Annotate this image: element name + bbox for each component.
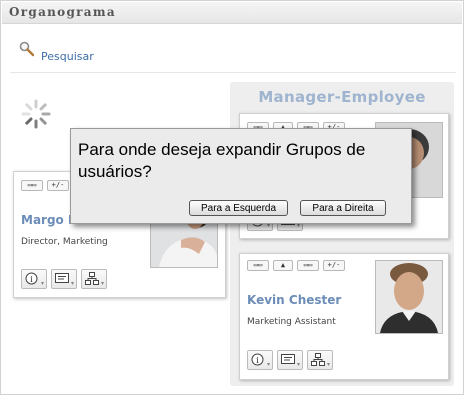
vcard-button[interactable]: ▾ (277, 350, 303, 370)
expand-left-button[interactable]: Para a Esquerda (189, 200, 288, 216)
employee-title: Marketing Assistant (247, 317, 336, 327)
dropdown-arrow-icon: ▾ (40, 280, 44, 287)
org-levels-button[interactable]: ▭▭ (297, 260, 319, 271)
org-chart-button[interactable]: ▾ (81, 269, 107, 289)
org-levels-button[interactable]: ▭▭ (21, 180, 43, 191)
magnifier-icon (19, 41, 35, 57)
info-button[interactable]: i ▾ (247, 350, 273, 370)
dropdown-arrow-icon: ▾ (100, 280, 104, 287)
employee-title: Director, Marketing (21, 237, 108, 247)
portlet-titlebar: Organograma (2, 2, 462, 24)
expand-direction-dialog: Para onde deseja expandir Grupos de usuá… (70, 128, 412, 224)
svg-text:i: i (30, 275, 33, 284)
employee-name[interactable]: Kevin Chester (247, 293, 341, 307)
org-chart-icon (85, 272, 99, 285)
svg-text:i: i (256, 356, 259, 365)
expand-right-button[interactable]: Para a Direita (300, 200, 386, 216)
info-icon: i (251, 353, 264, 366)
expand-collapse-button[interactable]: +/- (323, 260, 345, 271)
group-title: Manager-Employee (258, 88, 426, 106)
employee-card-kevin: ▭▭ ▲ ▭▭ +/- Kevin Chester Marketing Assi… (239, 253, 449, 380)
org-chart-button[interactable]: ▾ (307, 350, 333, 370)
dropdown-arrow-icon: ▾ (326, 361, 330, 368)
org-chart-portlet: Organograma Pesquisar ▭▭ +/- Margo M Dir… (0, 0, 464, 395)
info-button[interactable]: i ▾ (21, 269, 47, 289)
loading-spinner-icon (21, 99, 51, 129)
portlet-title: Organograma (9, 5, 116, 19)
info-icon: i (25, 272, 38, 285)
vcard-icon (281, 354, 295, 364)
dialog-message: Para onde deseja expandir Grupos de usuá… (78, 140, 366, 181)
divider (10, 72, 456, 73)
dropdown-arrow-icon: ▾ (266, 361, 270, 368)
search-label[interactable]: Pesquisar (41, 50, 94, 63)
dropdown-arrow-icon: ▾ (296, 361, 300, 368)
expand-collapse-button[interactable]: +/- (47, 180, 69, 191)
org-levels-button[interactable]: ▭▭ (247, 260, 269, 271)
vcard-icon (55, 273, 69, 283)
dropdown-arrow-icon: ▾ (70, 280, 74, 287)
org-chart-icon (311, 353, 325, 366)
vcard-button[interactable]: ▾ (51, 269, 77, 289)
go-up-button[interactable]: ▲ (273, 260, 293, 271)
employee-photo (375, 260, 443, 334)
